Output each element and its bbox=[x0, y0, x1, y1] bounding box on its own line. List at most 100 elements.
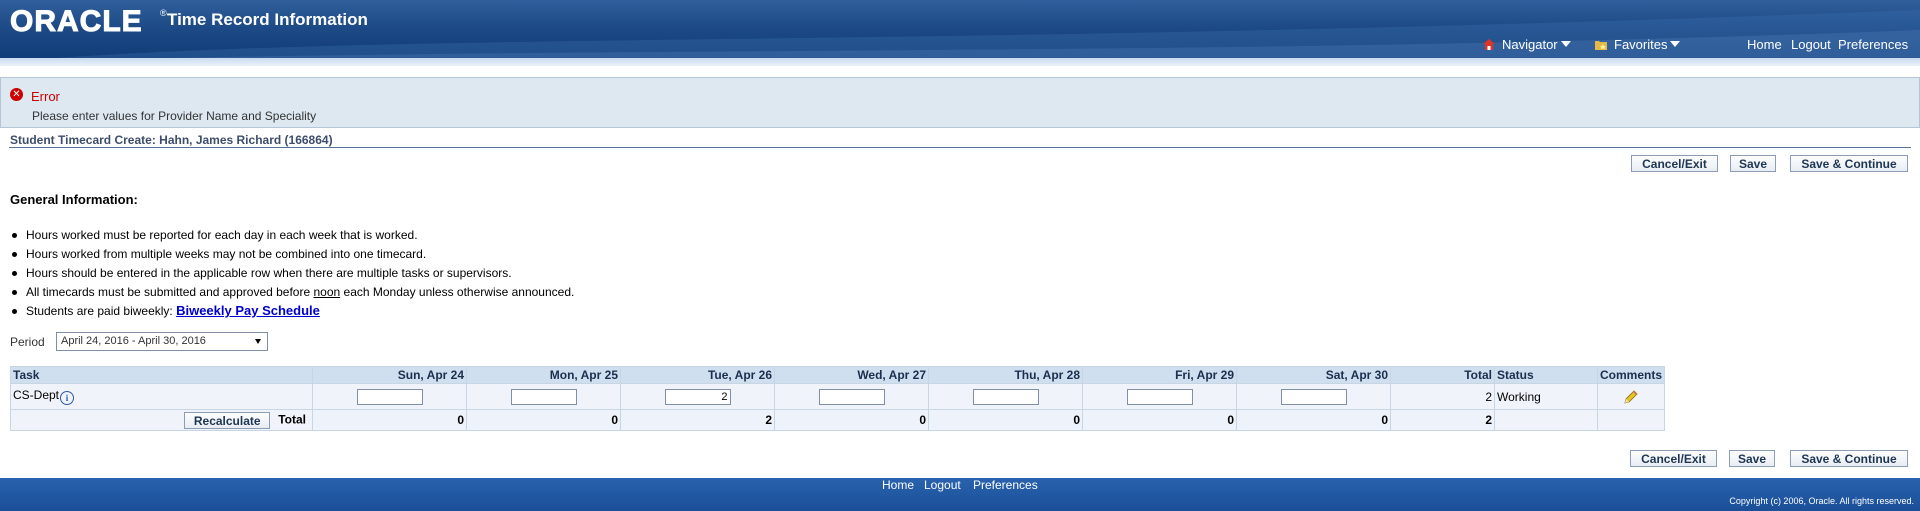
chevron-down-icon bbox=[1560, 41, 1571, 47]
hours-input-thu[interactable] bbox=[972, 388, 1039, 405]
save-button-bottom[interactable]: Save bbox=[1729, 450, 1775, 467]
copyright-text: Copyright (c) 2006, Oracle. All rights r… bbox=[1729, 496, 1914, 506]
nav-home-link[interactable]: Home bbox=[1747, 37, 1782, 52]
dropdown-arrow-icon bbox=[255, 339, 261, 344]
hours-input-wed[interactable] bbox=[818, 388, 885, 405]
registered-mark: ® bbox=[160, 8, 167, 18]
error-icon: ✕ bbox=[10, 88, 23, 101]
nav-logout-link[interactable]: Logout bbox=[1791, 37, 1831, 52]
footer-preferences-link[interactable]: Preferences bbox=[973, 478, 1038, 492]
header-stripe bbox=[0, 58, 1920, 66]
row-total: 2 bbox=[1390, 383, 1495, 410]
sat-cell bbox=[1236, 383, 1391, 410]
totals-label-cell: Recalculate Total bbox=[10, 409, 313, 431]
footer-home-link[interactable]: Home bbox=[882, 478, 914, 492]
save-continue-button-bottom[interactable]: Save & Continue bbox=[1790, 450, 1908, 467]
total-thu: 0 bbox=[928, 409, 1083, 431]
page-title: Student Timecard Create: Hahn, James Ric… bbox=[10, 133, 333, 147]
col-header-total: Total bbox=[1390, 366, 1495, 384]
total-wed: 0 bbox=[774, 409, 929, 431]
hours-input-sat[interactable] bbox=[1280, 388, 1347, 405]
error-message-box: ✕ Error Please enter values for Provider… bbox=[0, 77, 1920, 128]
col-header-sat: Sat, Apr 30 bbox=[1236, 366, 1391, 384]
error-text: Please enter values for Provider Name an… bbox=[32, 109, 317, 123]
totals-row: Recalculate Total 0 0 2 0 0 0 0 2 bbox=[10, 409, 1666, 431]
cancel-exit-button-top[interactable]: Cancel/Exit bbox=[1631, 155, 1718, 172]
bullet-text: Hours should be entered in the applicabl… bbox=[26, 266, 512, 280]
general-info-heading: General Information: bbox=[10, 192, 138, 207]
favorites-label: Favorites bbox=[1614, 37, 1668, 52]
timecard-table: Task Sun, Apr 24 Mon, Apr 25 Tue, Apr 26… bbox=[10, 366, 1666, 431]
save-continue-button-top[interactable]: Save & Continue bbox=[1790, 155, 1908, 172]
task-name: CS-Dept bbox=[13, 388, 60, 402]
mon-cell bbox=[466, 383, 621, 410]
table-row: CS-Depti 2 Working bbox=[10, 383, 1666, 410]
total-sun: 0 bbox=[312, 409, 467, 431]
empty-cell bbox=[1494, 409, 1598, 431]
col-header-thu: Thu, Apr 28 bbox=[928, 366, 1083, 384]
empty-cell bbox=[1596, 409, 1666, 431]
bullet-text: Hours worked must be reported for each d… bbox=[26, 228, 418, 242]
sun-cell bbox=[312, 383, 467, 410]
oracle-logo: ORACLE bbox=[10, 5, 143, 39]
hours-input-mon[interactable] bbox=[510, 388, 577, 405]
header-bar: ORACLE ® Time Record Information Navigat… bbox=[0, 0, 1920, 62]
task-cell: CS-Dept i bbox=[10, 383, 313, 410]
title-divider bbox=[9, 147, 1911, 148]
recalculate-button[interactable]: Recalculate bbox=[184, 411, 271, 429]
col-header-status: Status bbox=[1494, 366, 1598, 384]
total-mon: 0 bbox=[466, 409, 621, 431]
col-header-mon: Mon, Apr 25 bbox=[466, 366, 621, 384]
home-icon bbox=[1483, 39, 1495, 50]
footer-logout-link[interactable]: Logout bbox=[924, 478, 961, 492]
cancel-exit-button-bottom[interactable]: Cancel/Exit bbox=[1630, 450, 1717, 467]
period-select[interactable]: April 24, 2016 - April 30, 2016 bbox=[56, 332, 268, 351]
table-header-row: Task Sun, Apr 24 Mon, Apr 25 Tue, Apr 26… bbox=[10, 366, 1666, 384]
col-header-wed: Wed, Apr 27 bbox=[774, 366, 929, 384]
error-title: Error bbox=[31, 89, 60, 104]
totals-label: Total bbox=[278, 412, 306, 427]
chevron-down-icon bbox=[1670, 41, 1681, 47]
favorites-menu[interactable]: Favorites bbox=[1594, 37, 1681, 52]
info-bullet-list: Hours worked must be reported for each d… bbox=[10, 227, 574, 322]
bullet-text: Hours worked from multiple weeks may not… bbox=[26, 247, 427, 261]
col-header-comments: Comments bbox=[1596, 366, 1666, 384]
hours-input-fri[interactable] bbox=[1126, 388, 1193, 405]
total-tue: 2 bbox=[620, 409, 775, 431]
bullet-text: Students are paid biweekly: bbox=[26, 304, 177, 318]
favorites-folder-icon bbox=[1595, 41, 1607, 50]
period-label: Period bbox=[10, 335, 45, 349]
thu-cell bbox=[928, 383, 1083, 410]
list-item: Hours should be entered in the applicabl… bbox=[10, 265, 574, 284]
biweekly-pay-schedule-link[interactable]: Biweekly Pay Schedule bbox=[176, 303, 320, 318]
list-item: Students are paid biweekly: Biweekly Pay… bbox=[10, 303, 574, 322]
pencil-icon[interactable] bbox=[1623, 389, 1639, 405]
noon-emphasis: noon bbox=[313, 285, 341, 299]
hours-input-sun[interactable] bbox=[356, 388, 423, 405]
comments-cell bbox=[1596, 383, 1666, 410]
list-item: All timecards must be submitted and appr… bbox=[10, 284, 574, 303]
list-item: Hours worked from multiple weeks may not… bbox=[10, 246, 574, 265]
app-title: Time Record Information bbox=[167, 10, 368, 29]
period-selected-value: April 24, 2016 - April 30, 2016 bbox=[61, 335, 206, 347]
footer-bar: Home Logout Preferences Copyright (c) 20… bbox=[0, 478, 1920, 511]
save-button-top[interactable]: Save bbox=[1730, 155, 1776, 172]
col-header-task: Task bbox=[10, 366, 313, 384]
info-icon[interactable]: i bbox=[60, 391, 75, 405]
nav-preferences-link[interactable]: Preferences bbox=[1838, 37, 1908, 52]
bullet-text: All timecards must be submitted and appr… bbox=[26, 285, 314, 299]
fri-cell bbox=[1082, 383, 1237, 410]
tue-cell bbox=[620, 383, 775, 410]
bullet-text: each Monday unless otherwise announced. bbox=[340, 285, 575, 299]
col-header-sun: Sun, Apr 24 bbox=[312, 366, 467, 384]
list-item: Hours worked must be reported for each d… bbox=[10, 227, 574, 246]
wed-cell bbox=[774, 383, 929, 410]
total-fri: 0 bbox=[1082, 409, 1237, 431]
col-header-tue: Tue, Apr 26 bbox=[620, 366, 775, 384]
hours-input-tue[interactable] bbox=[664, 388, 731, 405]
total-sat: 0 bbox=[1236, 409, 1391, 431]
row-status: Working bbox=[1494, 383, 1598, 410]
navigator-label: Navigator bbox=[1502, 37, 1558, 52]
navigator-menu[interactable]: Navigator bbox=[1482, 37, 1571, 52]
col-header-fri: Fri, Apr 29 bbox=[1082, 366, 1237, 384]
